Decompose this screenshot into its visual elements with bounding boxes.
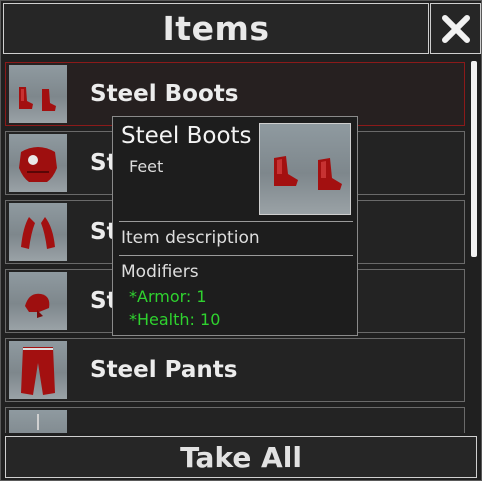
tooltip-item-name: Steel Boots [121,123,252,149]
sword-thumbnail [9,410,67,433]
tooltip-modifier-health: *Health: 10 [129,310,221,329]
item-label: Steel Pants [90,357,238,383]
item-tooltip: Steel Boots Feet Item description Modifi… [112,116,358,336]
title-bar: Items [3,3,429,54]
tooltip-divider [119,221,353,222]
tooltip-divider [119,255,353,256]
gauntlets-icon [21,217,55,249]
tooltip-description: Item description [121,228,260,248]
take-all-label: Take All [180,440,302,474]
chest-thumbnail [9,134,67,192]
helmet-icon [25,293,50,318]
boots-thumbnail [9,65,67,123]
sword-icon [37,414,39,430]
tooltip-modifiers-title: Modifiers [121,262,199,282]
pants-thumbnail [9,341,67,399]
pants-icon [21,347,55,395]
helmet-thumbnail [9,272,67,330]
window-title: Items [162,9,270,48]
tooltip-thumbnail [259,123,351,215]
list-item-partial[interactable] [5,407,465,433]
list-item-steel-pants[interactable]: Steel Pants [5,338,465,402]
boots-icon [19,87,56,111]
gauntlets-thumbnail [9,203,67,261]
chestplate-icon [19,147,57,182]
list-scrollbar[interactable] [471,61,477,257]
items-window: Items Steel Boots St St St Steel Pants T… [0,0,482,481]
boots-icon [274,156,342,190]
tooltip-modifier-armor: *Armor: 1 [129,287,207,306]
close-button[interactable] [430,3,481,54]
tooltip-item-slot: Feet [129,157,164,176]
take-all-button[interactable]: Take All [5,436,477,478]
close-icon [441,14,470,43]
